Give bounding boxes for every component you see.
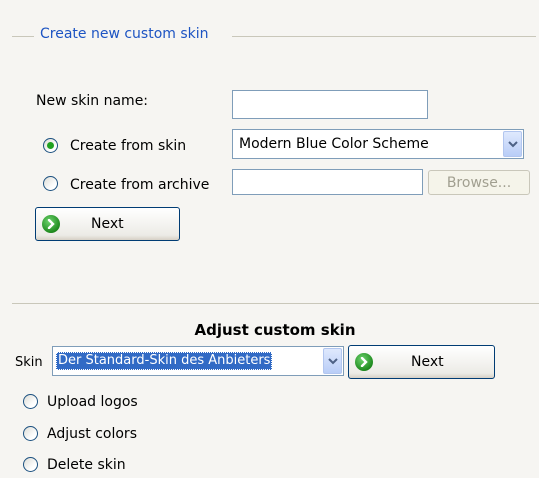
groupbox-top-line-right	[232, 36, 536, 37]
adjust-section-heading: Adjust custom skin	[194, 321, 356, 339]
groupbox-legend: Create new custom skin	[36, 26, 213, 42]
adjust-colors-label[interactable]: Adjust colors	[47, 425, 137, 443]
adjust-skin-dropdown-value: Der Standard-Skin des Anbieters	[56, 352, 273, 370]
groupbox-top-line-left	[12, 36, 34, 37]
chevron-down-icon[interactable]	[503, 131, 522, 157]
archive-path-input[interactable]	[232, 169, 423, 195]
adjust-next-label: Next	[411, 354, 444, 370]
adjust-skin-dropdown[interactable]: Der Standard-Skin des Anbieters	[52, 346, 344, 376]
chevron-down-icon[interactable]	[323, 348, 342, 374]
go-arrow-icon	[355, 353, 373, 371]
create-next-label: Next	[91, 216, 124, 232]
go-arrow-icon	[42, 215, 60, 233]
delete-skin-radio[interactable]	[23, 457, 38, 472]
upload-logos-radio[interactable]	[23, 394, 38, 409]
radio-selected-dot	[47, 142, 54, 149]
create-from-skin-label[interactable]: Create from skin	[70, 137, 186, 155]
delete-skin-label[interactable]: Delete skin	[47, 456, 126, 474]
create-from-archive-radio[interactable]	[43, 176, 58, 191]
new-skin-name-input[interactable]	[232, 90, 428, 119]
source-skin-dropdown[interactable]: Modern Blue Color Scheme	[232, 129, 524, 159]
upload-logos-label[interactable]: Upload logos	[47, 393, 138, 411]
create-from-archive-label[interactable]: Create from archive	[70, 176, 209, 194]
source-skin-dropdown-value: Modern Blue Color Scheme	[239, 136, 429, 152]
section-separator	[12, 303, 539, 304]
adjust-colors-radio[interactable]	[23, 426, 38, 441]
new-skin-name-label: New skin name:	[36, 93, 149, 109]
browse-button[interactable]: Browse...	[428, 170, 530, 195]
skin-label: Skin	[15, 355, 43, 370]
create-from-skin-radio[interactable]	[43, 138, 58, 153]
create-next-button[interactable]: Next	[35, 207, 180, 241]
adjust-next-button[interactable]: Next	[348, 345, 495, 379]
